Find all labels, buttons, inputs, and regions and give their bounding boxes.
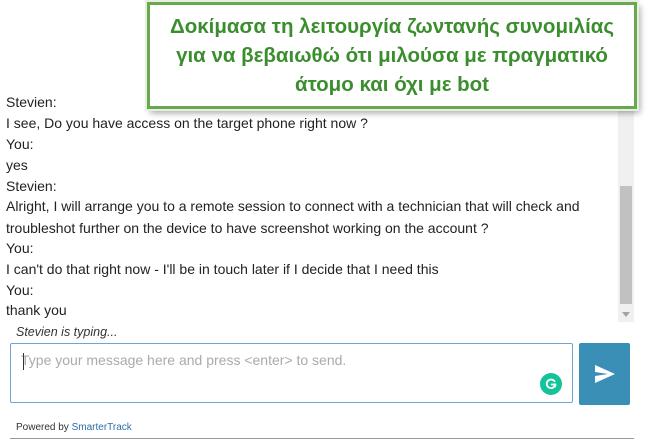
message-text: thank you: [6, 302, 67, 318]
footer: Powered by SmarterTrack: [16, 422, 132, 433]
grammarly-icon[interactable]: [540, 373, 562, 395]
send-icon: [594, 365, 615, 383]
caption-line: Δοκίμασα τη λειτουργία ζωντανής συνομιλί…: [169, 15, 615, 38]
smartertrack-link[interactable]: SmarterTrack: [72, 422, 132, 433]
sender-label: You:: [6, 240, 34, 256]
caption-line: άτομο και όχι με bot: [294, 73, 490, 96]
typing-indicator: Stevien is typing...: [16, 325, 118, 339]
powered-by-label: Powered by: [16, 422, 69, 433]
message-text: I see, Do you have access on the target …: [6, 115, 368, 131]
text-cursor: [23, 353, 24, 370]
message-input[interactable]: [11, 344, 572, 402]
caption-line: για να βεβαιωθώ ότι μιλούσα με πραγματικ…: [176, 44, 608, 67]
message-text: I can't do that right now - I'll be in t…: [6, 261, 439, 277]
send-button[interactable]: [579, 343, 630, 405]
caption-box: Δοκίμασα τη λειτουργία ζωντανής συνομιλί…: [147, 2, 637, 109]
message-text: yes: [6, 157, 28, 173]
footer-divider: [10, 438, 634, 439]
caption-text: Δοκίμασα τη λειτουργία ζωντανής συνομιλί…: [170, 12, 614, 99]
sender-label: You:: [6, 282, 34, 298]
sender-label: Stevien:: [6, 178, 57, 194]
scroll-down-arrow-icon[interactable]: [618, 308, 634, 320]
sender-label: You:: [6, 136, 34, 152]
message-input-container[interactable]: [10, 343, 573, 403]
message-text: Alright, I will arrange you to a remote …: [6, 198, 580, 236]
scrollbar-thumb[interactable]: [620, 186, 632, 304]
